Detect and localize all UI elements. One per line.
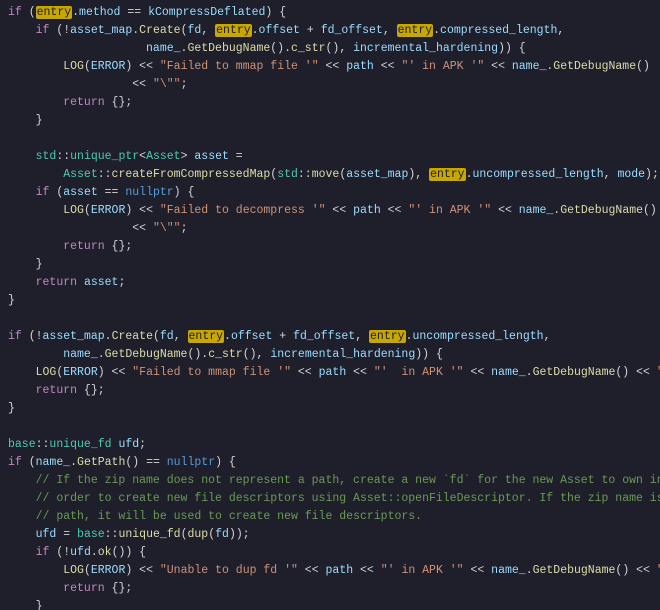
code-line-32: LOG(ERROR) << "Unable to dup fd '" << pa… [0,562,660,580]
code-editor: if (entry.method == kCompressDeflated) {… [0,0,660,610]
code-line-20: name_.GetDebugName().c_str(), incrementa… [0,346,660,364]
code-line-11: if (asset == nullptr) { [0,184,660,202]
code-line-17: } [0,292,660,310]
code-line-9: std::unique_ptr<Asset> asset = [0,148,660,166]
code-line-18 [0,310,660,328]
code-line-14: return {}; [0,238,660,256]
code-line-10: Asset::createFromCompressedMap(std::move… [0,166,660,184]
code-line-19: if (!asset_map.Create(fd, entry.offset +… [0,328,660,346]
code-line-12: LOG(ERROR) << "Failed to decompress '" <… [0,202,660,220]
code-line-13: << "\""; [0,220,660,238]
code-line-24 [0,418,660,436]
code-line-1: if (entry.method == kCompressDeflated) { [0,4,660,22]
code-line-27: // If the zip name does not represent a … [0,472,660,490]
code-line-23: } [0,400,660,418]
code-line-25: base::unique_fd ufd; [0,436,660,454]
code-line-26: if (name_.GetPath() == nullptr) { [0,454,660,472]
code-line-6: return {}; [0,94,660,112]
code-line-31: if (!ufd.ok()) { [0,544,660,562]
code-line-22: return {}; [0,382,660,400]
code-line-15: } [0,256,660,274]
code-line-7: } [0,112,660,130]
code-line-8 [0,130,660,148]
code-line-34: } [0,598,660,610]
code-line-4: LOG(ERROR) << "Failed to mmap file '" <<… [0,58,660,76]
code-line-21: LOG(ERROR) << "Failed to mmap file '" <<… [0,364,660,382]
code-line-16: return asset; [0,274,660,292]
code-line-29: // path, it will be used to create new f… [0,508,660,526]
code-line-33: return {}; [0,580,660,598]
code-line-2: if (!asset_map.Create(fd, entry.offset +… [0,22,660,40]
code-line-28: // order to create new file descriptors … [0,490,660,508]
code-line-3: name_.GetDebugName().c_str(), incrementa… [0,40,660,58]
code-line-5: << "\""; [0,76,660,94]
code-line-30: ufd = base::unique_fd(dup(fd)); [0,526,660,544]
